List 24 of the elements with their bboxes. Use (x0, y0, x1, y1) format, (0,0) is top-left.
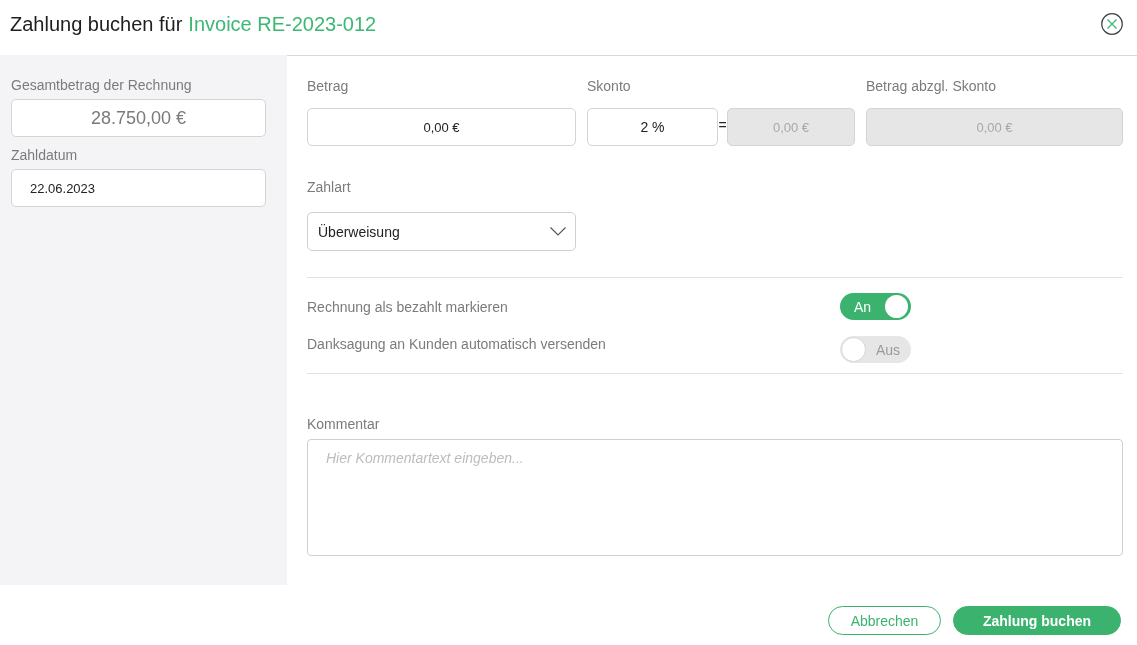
toggle-label: Danksagung an Kunden automatisch versenden (307, 335, 606, 354)
field-label: Gesamtbetrag der Rechnung (11, 76, 192, 95)
toggle-switch[interactable]: Aus (840, 336, 911, 363)
field-label: Skonto (587, 77, 631, 96)
payment-method-select[interactable]: Überweisung (307, 212, 576, 251)
toggle-label: Rechnung als bezahlt markieren (307, 298, 508, 317)
field-label: Betrag abzgl. Skonto (866, 77, 996, 96)
close-icon[interactable] (1101, 12, 1123, 35)
payment-date-field[interactable]: 22.06.2023 (11, 169, 266, 207)
dialog-title: Zahlung buchen für (10, 13, 183, 36)
field-label: Kommentar (307, 415, 380, 434)
total-amount-field[interactable]: 28.750,00 € (11, 99, 266, 137)
equals-sign: = (718, 117, 727, 133)
amount-field[interactable]: 0,00 € (307, 108, 576, 146)
field-label: Zahldatum (11, 146, 78, 165)
field-label: Zahlart (307, 178, 351, 197)
chevron-down-icon (550, 227, 566, 236)
field-label: Betrag (307, 77, 349, 96)
comment-field[interactable]: Hier Kommentartext eingeben... (307, 439, 1123, 556)
submit-button[interactable]: Zahlung buchen (953, 606, 1121, 635)
toggle-switch[interactable]: An (840, 293, 911, 320)
invoice-number: Invoice RE-2023-012 (188, 13, 377, 36)
discount-percent-field[interactable]: 2 % (587, 108, 718, 146)
cancel-button[interactable]: Abbrechen (828, 606, 941, 635)
